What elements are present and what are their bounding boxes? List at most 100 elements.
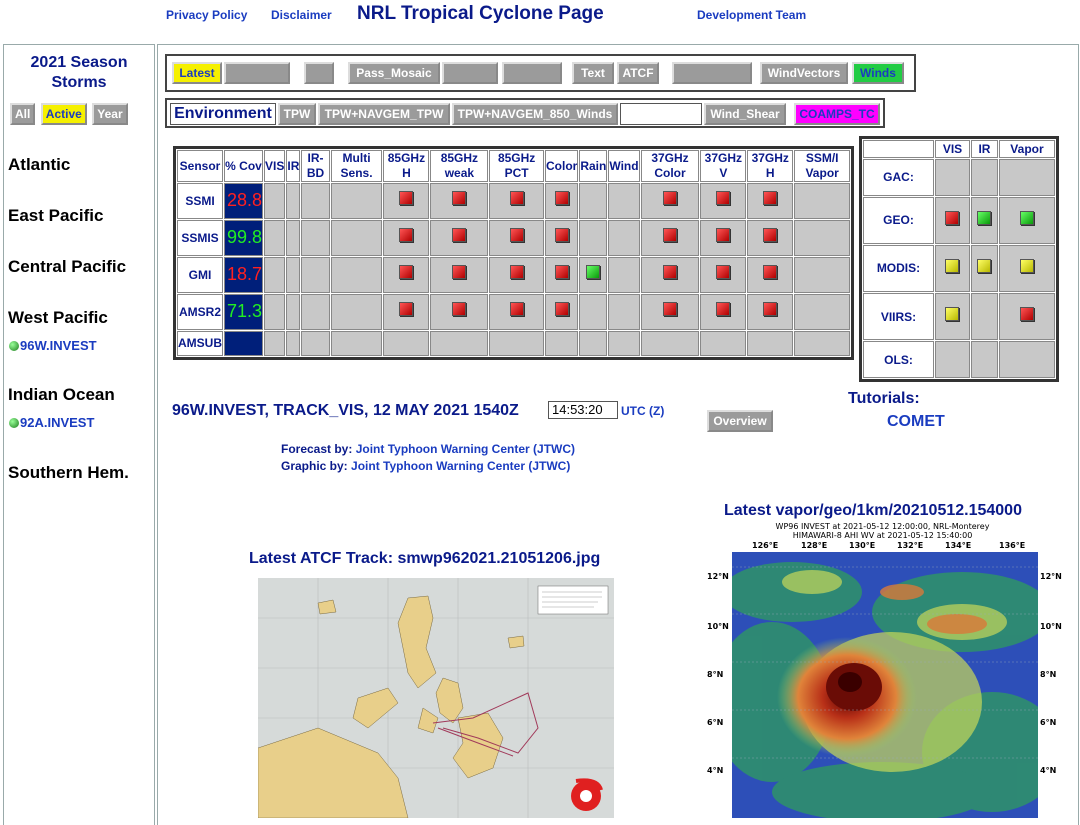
atcf-button[interactable]: ATCF bbox=[617, 62, 659, 84]
sensor-product-cell[interactable] bbox=[383, 256, 430, 293]
green-square-icon[interactable] bbox=[977, 210, 992, 225]
red-square-icon[interactable] bbox=[509, 228, 524, 243]
jtwc-forecast-link[interactable]: Joint Typhoon Warning Center (JTWC) bbox=[356, 442, 575, 456]
sensor-product-cell[interactable] bbox=[545, 219, 579, 256]
sensor-name[interactable]: AMSUB bbox=[177, 330, 223, 356]
green-square-icon[interactable] bbox=[1019, 210, 1034, 225]
red-square-icon[interactable] bbox=[554, 302, 569, 317]
red-square-icon[interactable] bbox=[663, 228, 678, 243]
yellow-square-icon[interactable] bbox=[945, 307, 960, 322]
geo-product-cell[interactable] bbox=[970, 196, 998, 244]
wind-shear-button[interactable]: Wind_Shear bbox=[704, 103, 786, 125]
disclaimer-link[interactable]: Disclaimer bbox=[271, 8, 332, 22]
sensor-product-cell[interactable] bbox=[545, 293, 579, 330]
sensor-product-cell[interactable] bbox=[747, 219, 794, 256]
sensor-product-cell[interactable] bbox=[545, 183, 579, 219]
sensor-product-cell[interactable] bbox=[545, 256, 579, 293]
red-square-icon[interactable] bbox=[399, 228, 414, 243]
geo-product-cell[interactable] bbox=[934, 244, 970, 293]
time-field[interactable]: 14:53:20 bbox=[548, 401, 618, 419]
red-square-icon[interactable] bbox=[399, 191, 414, 206]
tpw-navgem-850-winds-button[interactable]: TPW+NAVGEM_850_Winds bbox=[452, 103, 618, 125]
red-square-icon[interactable] bbox=[509, 191, 524, 206]
development-team-link[interactable]: Development Team bbox=[697, 8, 806, 22]
red-square-icon[interactable] bbox=[663, 191, 678, 206]
blank-product-button[interactable] bbox=[224, 62, 290, 84]
red-square-icon[interactable] bbox=[452, 228, 467, 243]
coamps-tc-button[interactable]: COAMPS_TC bbox=[794, 103, 880, 125]
basin-east-pacific[interactable]: East Pacific bbox=[8, 206, 103, 226]
active-button[interactable]: Active bbox=[40, 103, 87, 125]
sensor-product-cell[interactable] bbox=[640, 183, 700, 219]
utc-link[interactable]: UTC (Z) bbox=[621, 404, 664, 418]
red-square-icon[interactable] bbox=[399, 302, 414, 317]
red-square-icon[interactable] bbox=[716, 302, 731, 317]
red-square-icon[interactable] bbox=[509, 302, 524, 317]
yellow-square-icon[interactable] bbox=[977, 258, 992, 273]
red-square-icon[interactable] bbox=[763, 191, 778, 206]
sensor-product-cell[interactable] bbox=[430, 256, 489, 293]
red-square-icon[interactable] bbox=[509, 265, 524, 280]
red-square-icon[interactable] bbox=[716, 265, 731, 280]
blank-product-button[interactable] bbox=[672, 62, 752, 84]
geo-product-cell[interactable] bbox=[934, 196, 970, 244]
geo-product-cell[interactable] bbox=[998, 196, 1055, 244]
sensor-product-cell[interactable] bbox=[700, 183, 747, 219]
yellow-square-icon[interactable] bbox=[945, 258, 960, 273]
storm-link-96w[interactable]: 96W.INVEST bbox=[9, 338, 97, 353]
sensor-product-cell[interactable] bbox=[489, 219, 544, 256]
red-square-icon[interactable] bbox=[716, 228, 731, 243]
winds-button[interactable]: Winds bbox=[852, 62, 904, 84]
tpw-navgem-tpw-button[interactable]: TPW+NAVGEM_TPW bbox=[318, 103, 450, 125]
privacy-policy-link[interactable]: Privacy Policy bbox=[166, 8, 247, 22]
sensor-product-cell[interactable] bbox=[430, 219, 489, 256]
geo-product-cell[interactable] bbox=[998, 244, 1055, 293]
red-square-icon[interactable] bbox=[763, 228, 778, 243]
sensor-product-cell[interactable] bbox=[747, 256, 794, 293]
basin-west-pacific[interactable]: West Pacific bbox=[8, 308, 108, 328]
basin-atlantic[interactable]: Atlantic bbox=[8, 155, 70, 175]
red-square-icon[interactable] bbox=[663, 265, 678, 280]
track-image[interactable] bbox=[258, 578, 614, 818]
year-button[interactable]: Year bbox=[92, 103, 128, 125]
red-square-icon[interactable] bbox=[554, 228, 569, 243]
sensor-product-cell[interactable] bbox=[383, 183, 430, 219]
blank-product-button[interactable] bbox=[502, 62, 562, 84]
sensor-product-cell[interactable] bbox=[383, 219, 430, 256]
red-square-icon[interactable] bbox=[452, 302, 467, 317]
sensor-product-cell[interactable] bbox=[489, 293, 544, 330]
pass-mosaic-button[interactable]: Pass_Mosaic bbox=[348, 62, 440, 84]
vapor-image[interactable]: WP96 INVEST at 2021-05-12 12:00:00, NRL-… bbox=[697, 520, 1068, 818]
sensor-product-cell[interactable] bbox=[747, 293, 794, 330]
red-square-icon[interactable] bbox=[945, 210, 960, 225]
latest-button[interactable]: Latest bbox=[172, 62, 222, 84]
red-square-icon[interactable] bbox=[452, 265, 467, 280]
red-square-icon[interactable] bbox=[1019, 307, 1034, 322]
text-button[interactable]: Text bbox=[572, 62, 614, 84]
all-button[interactable]: All bbox=[10, 103, 36, 125]
blank-product-button[interactable] bbox=[442, 62, 498, 84]
basin-indian-ocean[interactable]: Indian Ocean bbox=[8, 385, 115, 405]
sensor-product-cell[interactable] bbox=[700, 219, 747, 256]
green-square-icon[interactable] bbox=[586, 265, 601, 280]
sensor-name[interactable]: AMSR2 bbox=[177, 293, 223, 330]
red-square-icon[interactable] bbox=[763, 302, 778, 317]
geo-product-cell[interactable] bbox=[934, 293, 970, 341]
red-square-icon[interactable] bbox=[554, 191, 569, 206]
yellow-square-icon[interactable] bbox=[1019, 258, 1034, 273]
windvectors-button[interactable]: WindVectors bbox=[760, 62, 848, 84]
red-square-icon[interactable] bbox=[663, 302, 678, 317]
red-square-icon[interactable] bbox=[554, 265, 569, 280]
overview-button[interactable]: Overview bbox=[707, 410, 773, 432]
tpw-button[interactable]: TPW bbox=[278, 103, 316, 125]
sensor-name[interactable]: GMI bbox=[177, 256, 223, 293]
sensor-product-cell[interactable] bbox=[489, 256, 544, 293]
geo-product-cell[interactable] bbox=[970, 244, 998, 293]
sensor-product-cell[interactable] bbox=[640, 293, 700, 330]
geo-product-cell[interactable] bbox=[998, 293, 1055, 341]
basin-central-pacific[interactable]: Central Pacific bbox=[8, 257, 126, 277]
sensor-product-cell[interactable] bbox=[700, 293, 747, 330]
sensor-product-cell[interactable] bbox=[747, 183, 794, 219]
sensor-product-cell[interactable] bbox=[640, 219, 700, 256]
sensor-product-cell[interactable] bbox=[489, 183, 544, 219]
